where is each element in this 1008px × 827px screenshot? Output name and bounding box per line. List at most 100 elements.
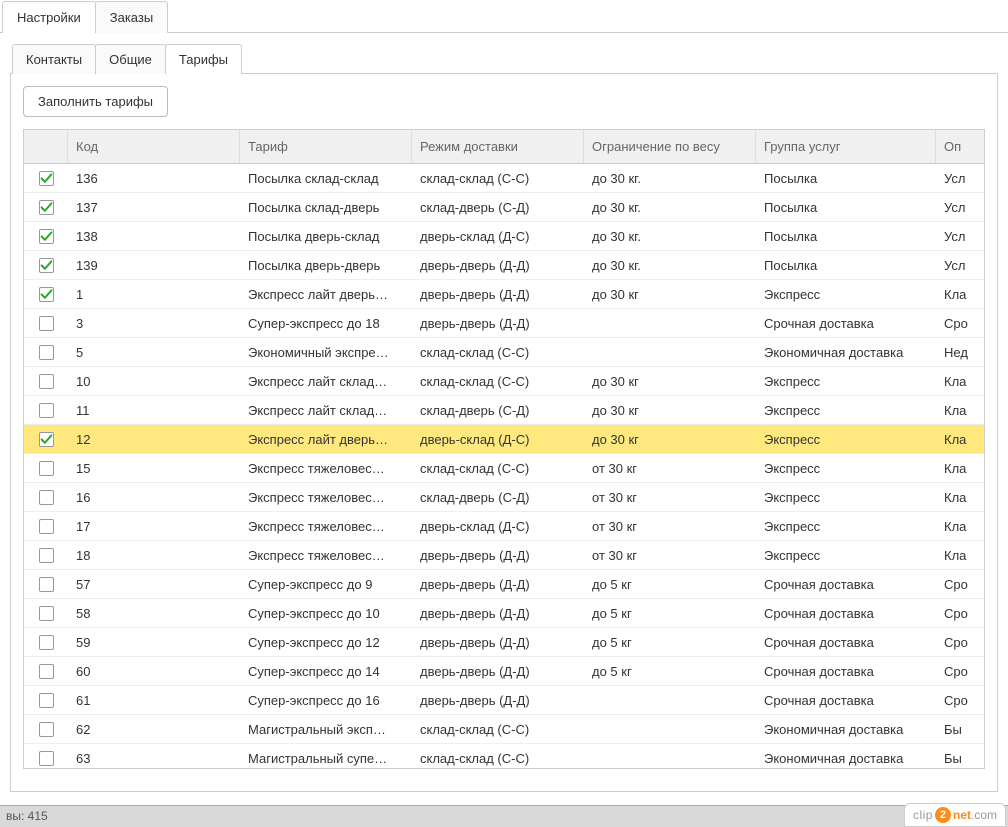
row-checkbox[interactable] <box>39 751 54 766</box>
row-checkbox[interactable] <box>39 519 54 534</box>
row-checkbox-cell[interactable] <box>24 635 68 650</box>
row-checkbox[interactable] <box>39 345 54 360</box>
table-row[interactable]: 58Супер-экспресс до 10дверь-дверь (Д-Д)д… <box>24 599 984 628</box>
fill-tariffs-button[interactable]: Заполнить тарифы <box>23 86 168 117</box>
cell-desc: Кла <box>936 374 984 389</box>
row-checkbox[interactable] <box>39 664 54 679</box>
grid-body[interactable]: 136Посылка склад-складсклад-склад (С-С)д… <box>24 164 984 769</box>
row-checkbox[interactable] <box>39 461 54 476</box>
cell-tarif: Супер-экспресс до 10 <box>240 606 412 621</box>
cell-desc: Кла <box>936 287 984 302</box>
table-row[interactable]: 59Супер-экспресс до 12дверь-дверь (Д-Д)д… <box>24 628 984 657</box>
table-row[interactable]: 138Посылка дверь-складдверь-склад (Д-С)д… <box>24 222 984 251</box>
cell-tarif: Экспресс лайт дверь… <box>240 287 412 302</box>
table-row[interactable]: 137Посылка склад-дверьсклад-дверь (С-Д)д… <box>24 193 984 222</box>
cell-code: 136 <box>68 171 240 186</box>
row-checkbox[interactable] <box>39 171 54 186</box>
row-checkbox-cell[interactable] <box>24 722 68 737</box>
row-checkbox[interactable] <box>39 693 54 708</box>
row-checkbox[interactable] <box>39 635 54 650</box>
cell-mode: дверь-дверь (Д-Д) <box>412 258 584 273</box>
row-checkbox-cell[interactable] <box>24 461 68 476</box>
cell-desc: Кла <box>936 403 984 418</box>
row-checkbox[interactable] <box>39 722 54 737</box>
row-checkbox-cell[interactable] <box>24 200 68 215</box>
row-checkbox-cell[interactable] <box>24 345 68 360</box>
row-checkbox-cell[interactable] <box>24 693 68 708</box>
table-row[interactable]: 136Посылка склад-складсклад-склад (С-С)д… <box>24 164 984 193</box>
cell-mode: дверь-склад (Д-С) <box>412 432 584 447</box>
row-checkbox-cell[interactable] <box>24 316 68 331</box>
col-header-check[interactable] <box>24 130 68 163</box>
tab-settings[interactable]: Настройки <box>2 1 96 33</box>
table-row[interactable]: 18Экспресс тяжеловес…дверь-дверь (Д-Д)от… <box>24 541 984 570</box>
cell-desc: Усл <box>936 200 984 215</box>
col-header-weight[interactable]: Ограничение по весу <box>584 130 756 163</box>
cell-tarif: Экономичный экспре… <box>240 345 412 360</box>
table-row[interactable]: 15Экспресс тяжеловес…склад-склад (С-С)от… <box>24 454 984 483</box>
row-checkbox-cell[interactable] <box>24 751 68 766</box>
tab-tariffs[interactable]: Тарифы <box>165 44 242 74</box>
row-checkbox[interactable] <box>39 287 54 302</box>
row-checkbox[interactable] <box>39 316 54 331</box>
cell-desc: Сро <box>936 606 984 621</box>
row-checkbox-cell[interactable] <box>24 664 68 679</box>
table-row[interactable]: 17Экспресс тяжеловес…дверь-склад (Д-С)от… <box>24 512 984 541</box>
table-row[interactable]: 5Экономичный экспре…склад-склад (С-С)Эко… <box>24 338 984 367</box>
outer-tabs: Настройки Заказы <box>0 0 1008 33</box>
row-checkbox-cell[interactable] <box>24 577 68 592</box>
row-checkbox[interactable] <box>39 258 54 273</box>
col-header-mode[interactable]: Режим доставки <box>412 130 584 163</box>
row-checkbox[interactable] <box>39 432 54 447</box>
row-checkbox[interactable] <box>39 200 54 215</box>
row-checkbox-cell[interactable] <box>24 258 68 273</box>
table-row[interactable]: 57Супер-экспресс до 9дверь-дверь (Д-Д)до… <box>24 570 984 599</box>
col-header-code[interactable]: Код <box>68 130 240 163</box>
row-checkbox-cell[interactable] <box>24 229 68 244</box>
row-checkbox-cell[interactable] <box>24 374 68 389</box>
row-checkbox[interactable] <box>39 374 54 389</box>
cell-code: 16 <box>68 490 240 505</box>
row-checkbox-cell[interactable] <box>24 403 68 418</box>
table-row[interactable]: 61Супер-экспресс до 16дверь-дверь (Д-Д)С… <box>24 686 984 715</box>
cell-tarif: Супер-экспресс до 18 <box>240 316 412 331</box>
table-row[interactable]: 1Экспресс лайт дверь…дверь-дверь (Д-Д)до… <box>24 280 984 309</box>
row-checkbox[interactable] <box>39 548 54 563</box>
cell-weight: до 30 кг. <box>584 229 756 244</box>
cell-mode: дверь-дверь (Д-Д) <box>412 316 584 331</box>
row-checkbox-cell[interactable] <box>24 519 68 534</box>
row-checkbox-cell[interactable] <box>24 548 68 563</box>
col-header-group[interactable]: Группа услуг <box>756 130 936 163</box>
table-row[interactable]: 3Супер-экспресс до 18дверь-дверь (Д-Д)Ср… <box>24 309 984 338</box>
row-checkbox-cell[interactable] <box>24 606 68 621</box>
row-checkbox-cell[interactable] <box>24 171 68 186</box>
watermark-com: .com <box>971 808 997 822</box>
row-checkbox[interactable] <box>39 577 54 592</box>
tab-orders[interactable]: Заказы <box>95 1 168 33</box>
col-header-desc[interactable]: Оп <box>936 130 985 163</box>
cell-mode: дверь-дверь (Д-Д) <box>412 635 584 650</box>
clip2net-watermark: clip 2 net .com <box>904 803 1006 827</box>
row-checkbox[interactable] <box>39 403 54 418</box>
tab-common[interactable]: Общие <box>95 44 166 74</box>
row-checkbox-cell[interactable] <box>24 490 68 505</box>
table-row[interactable]: 11Экспресс лайт склад…склад-дверь (С-Д)д… <box>24 396 984 425</box>
row-checkbox[interactable] <box>39 490 54 505</box>
table-row[interactable]: 63Магистральный супе…склад-склад (С-С)Эк… <box>24 744 984 769</box>
row-checkbox[interactable] <box>39 229 54 244</box>
table-row[interactable]: 60Супер-экспресс до 14дверь-дверь (Д-Д)д… <box>24 657 984 686</box>
table-row[interactable]: 10Экспресс лайт склад…склад-склад (С-С)д… <box>24 367 984 396</box>
cell-code: 58 <box>68 606 240 621</box>
cell-group: Экспресс <box>756 403 936 418</box>
cell-tarif: Посылка дверь-дверь <box>240 258 412 273</box>
table-row[interactable]: 12Экспресс лайт дверь…дверь-склад (Д-С)д… <box>24 425 984 454</box>
cell-code: 10 <box>68 374 240 389</box>
tab-contacts[interactable]: Контакты <box>12 44 96 74</box>
col-header-tarif[interactable]: Тариф <box>240 130 412 163</box>
table-row[interactable]: 16Экспресс тяжеловес…склад-дверь (С-Д)от… <box>24 483 984 512</box>
row-checkbox-cell[interactable] <box>24 287 68 302</box>
row-checkbox-cell[interactable] <box>24 432 68 447</box>
table-row[interactable]: 139Посылка дверь-дверьдверь-дверь (Д-Д)д… <box>24 251 984 280</box>
table-row[interactable]: 62Магистральный эксп…склад-склад (С-С)Эк… <box>24 715 984 744</box>
row-checkbox[interactable] <box>39 606 54 621</box>
